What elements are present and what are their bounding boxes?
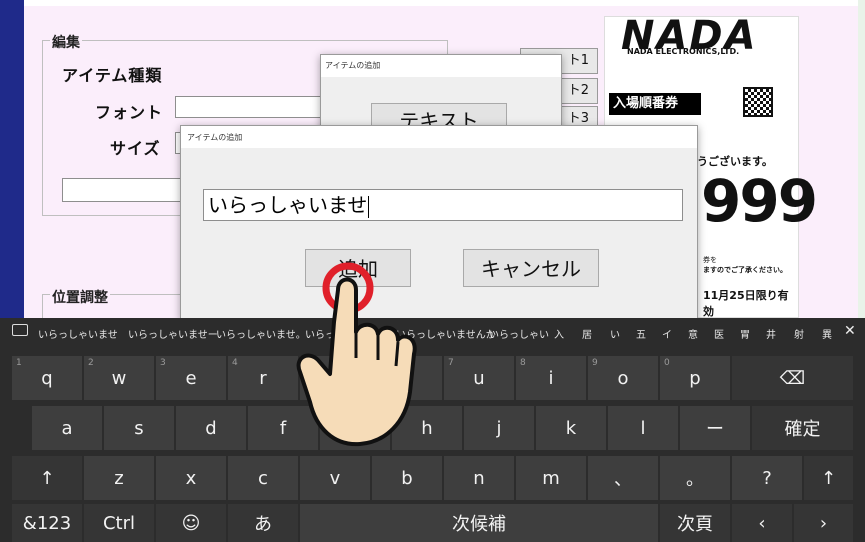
qr-code-icon xyxy=(743,87,773,117)
candidate-16[interactable]: 射 xyxy=(794,326,804,341)
ticket-validity: 11月25日限り有効 xyxy=(703,289,789,318)
shift-right-key[interactable]: ↑ xyxy=(804,456,853,500)
ticket-note-2: ますのでご了承ください。 xyxy=(703,266,787,274)
candidate-15[interactable]: 井 xyxy=(766,326,776,341)
enter-key[interactable]: 確定 xyxy=(752,406,853,450)
key-row3-4[interactable]: b xyxy=(372,456,442,500)
key-w[interactable]: w xyxy=(84,356,154,400)
dialog-body xyxy=(181,148,697,320)
key-row3-2[interactable]: c xyxy=(228,456,298,500)
key-number-hint: 8 xyxy=(520,358,526,368)
key-number-hint: 2 xyxy=(88,358,94,368)
key-number-hint: 7 xyxy=(448,358,454,368)
candidate-1[interactable]: いらっしゃいませ xyxy=(38,326,118,341)
right-arrow-key[interactable]: › xyxy=(794,504,853,542)
key-number-hint: 9 xyxy=(592,358,598,368)
candidate-2[interactable]: いらっしゃいませー xyxy=(128,326,218,341)
key-number-hint: 3 xyxy=(160,358,166,368)
font-field[interactable] xyxy=(175,96,325,118)
ticket-title: 入場順番券 xyxy=(609,93,701,115)
key-row3-5[interactable]: n xyxy=(444,456,514,500)
key-s[interactable]: s xyxy=(104,406,174,450)
key-l[interactable]: l xyxy=(608,406,678,450)
edit-group-title: 編集 xyxy=(50,32,82,52)
ticket-number: 999 xyxy=(701,167,818,235)
key-i[interactable]: i xyxy=(516,356,586,400)
add-item-dialog: アイテムの追加 いらっしゃいませ 追加 キャンセル xyxy=(180,125,698,320)
shift-left-key[interactable]: ↑ xyxy=(12,456,82,500)
candidate-11[interactable]: イ xyxy=(662,326,672,341)
text-cursor xyxy=(368,195,370,218)
key-row3-1[interactable]: x xyxy=(156,456,226,500)
candidate-7[interactable]: 入 xyxy=(554,326,564,341)
item-text-value: いらっしゃいませ xyxy=(208,193,368,217)
cancel-button[interactable]: キャンセル xyxy=(463,249,599,287)
back-dialog-title: アイテムの追加 xyxy=(325,61,381,70)
dialog-title: アイテムの追加 xyxy=(187,133,243,142)
candidate-10[interactable]: 五 xyxy=(636,326,646,341)
key-o[interactable]: o xyxy=(588,356,658,400)
candidate-17[interactable]: 異 xyxy=(822,326,832,341)
key-number-hint: 0 xyxy=(664,358,670,368)
candidate-6[interactable]: いらっしゃい xyxy=(489,326,549,341)
candidate-12[interactable]: 意 xyxy=(688,326,698,341)
item-text-input[interactable]: いらっしゃいませ xyxy=(203,189,683,221)
text-field[interactable] xyxy=(62,178,192,202)
key-k[interactable]: k xyxy=(536,406,606,450)
key-row3-3[interactable]: v xyxy=(300,456,370,500)
size-label: サイズ xyxy=(110,139,161,158)
candidate-13[interactable]: 医 xyxy=(714,326,724,341)
item-type-label: アイテム種類 xyxy=(62,66,163,85)
key-row3-8[interactable]: 。 xyxy=(660,456,730,500)
key-a[interactable]: a xyxy=(32,406,102,450)
candidate-8[interactable]: 居 xyxy=(582,326,592,341)
candidate-14[interactable]: 胃 xyxy=(740,326,750,341)
key-row3-7[interactable]: 、 xyxy=(588,456,658,500)
next-page-key[interactable]: 次頁 xyxy=(660,504,730,542)
next-candidate-key[interactable]: 次候補 xyxy=(300,504,658,542)
key-q[interactable]: q xyxy=(12,356,82,400)
app-right-edge xyxy=(858,0,865,320)
ctrl-key[interactable]: Ctrl xyxy=(84,504,154,542)
font-label: フォント xyxy=(95,103,164,122)
key-u[interactable]: u xyxy=(444,356,514,400)
backspace-key[interactable]: ⌫ xyxy=(732,356,853,400)
key-row3-9[interactable]: ? xyxy=(732,456,802,500)
key-r[interactable]: r xyxy=(228,356,298,400)
key-e[interactable]: e xyxy=(156,356,226,400)
emoji-icon[interactable]: ☺ xyxy=(156,504,226,542)
key-d[interactable]: d xyxy=(176,406,246,450)
key-number-hint: 4 xyxy=(232,358,238,368)
position-group-title: 位置調整 xyxy=(50,287,110,307)
keyboard-icon[interactable] xyxy=(12,324,28,336)
tap-hand-icon xyxy=(296,262,417,447)
left-arrow-key[interactable]: ‹ xyxy=(732,504,792,542)
key-number-hint: 1 xyxy=(16,358,22,368)
add-item-dialog-back: アイテムの追加 テキスト xyxy=(320,54,562,135)
app-top-edge xyxy=(24,0,865,6)
candidate-9[interactable]: い xyxy=(610,326,620,341)
symbols-key[interactable]: &123 xyxy=(12,504,82,542)
key-p[interactable]: p xyxy=(660,356,730,400)
app-left-stripe xyxy=(0,0,24,320)
key-row3-0[interactable]: z xyxy=(84,456,154,500)
key-j[interactable]: j xyxy=(464,406,534,450)
ticket-company: NADA ELECTRONICS,LTD. xyxy=(627,47,740,56)
key-row3-6[interactable]: m xyxy=(516,456,586,500)
close-icon[interactable]: ✕ xyxy=(844,323,856,339)
ticket-note-1: 券を xyxy=(703,256,717,264)
kana-toggle-key[interactable]: あ xyxy=(228,504,298,542)
key-long-vowel[interactable]: ー xyxy=(680,406,750,450)
